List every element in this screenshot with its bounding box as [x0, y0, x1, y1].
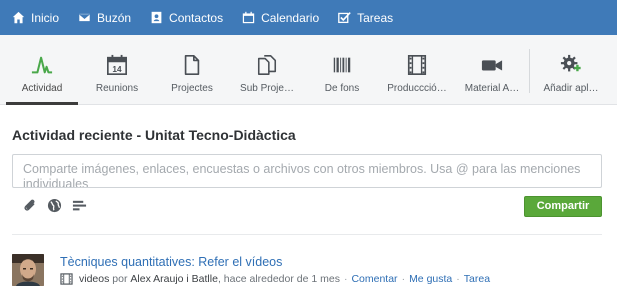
feed-item-title[interactable]: Tècniques quantitatives: Refer el vídeos: [60, 255, 282, 269]
task-link[interactable]: Tarea: [464, 273, 490, 285]
nav-item-calendario[interactable]: Calendario: [242, 11, 319, 25]
calendar-day-icon: 14: [107, 54, 127, 75]
video-camera-icon: [481, 60, 503, 71]
tab-label: Sub Proje…: [240, 83, 294, 94]
tab-produccio[interactable]: Produccció…: [381, 35, 453, 105]
nav-item-contactos[interactable]: Contactos: [150, 11, 223, 25]
nav-item-label: Inicio: [31, 10, 60, 25]
documents-icon: [257, 55, 277, 75]
poll-icon[interactable]: [72, 198, 87, 213]
calendar-icon: [242, 11, 255, 24]
separator-dot: ·: [343, 273, 348, 285]
activity-icon: [31, 56, 53, 74]
share-button[interactable]: Compartir: [524, 196, 602, 217]
nav-item-label: Calendario: [261, 10, 320, 25]
feed-item-meta: videos por Alex Araujo i Batlle , hace a…: [60, 273, 490, 285]
feed-item-type: videos: [79, 273, 110, 285]
page-title: Actividad reciente - Unitat Tecno-Didàct…: [12, 127, 296, 143]
tab-label: De fons: [324, 83, 360, 94]
tab-projectes[interactable]: Projectes: [156, 35, 228, 105]
envelope-icon: [78, 12, 91, 23]
checkbox-icon: [338, 12, 351, 24]
comment-link[interactable]: Comentar: [351, 273, 397, 285]
gear-plus-icon: [560, 54, 581, 72]
nav-item-label: Buzón: [97, 10, 132, 25]
attach-toolbar: [22, 198, 97, 213]
nav-item-buzon[interactable]: Buzón: [78, 11, 131, 25]
tab-divider: [529, 49, 530, 93]
nav-item-label: Tareas: [357, 10, 394, 25]
avatar-photo: [12, 254, 44, 286]
feed-item-author[interactable]: Alex Araujo i Batlle: [130, 273, 218, 285]
tab-label: Projectes: [171, 83, 213, 94]
film-icon: [60, 273, 73, 285]
top-navigation: Inicio Buzón Contactos Calendario Tareas: [0, 0, 617, 35]
contacts-icon: [151, 11, 162, 24]
avatar[interactable]: [12, 254, 44, 286]
tab-reunions[interactable]: 14 Reunions: [81, 35, 153, 105]
calendar-day-number: 14: [112, 65, 122, 74]
divider: [12, 234, 602, 235]
tab-label: Actividad: [21, 83, 63, 94]
tab-de-fons[interactable]: De fons: [306, 35, 378, 105]
tab-add-app[interactable]: Añadir apl…: [533, 35, 609, 105]
nav-item-inicio[interactable]: Inicio: [12, 11, 59, 25]
home-icon: [12, 11, 25, 24]
composer-input[interactable]: Comparte imágenes, enlaces, encuestas o …: [12, 154, 602, 188]
film-icon: [407, 55, 427, 75]
tab-actividad[interactable]: Actividad: [6, 35, 78, 105]
feed-item-by: por: [112, 273, 128, 285]
globe-icon[interactable]: [47, 198, 62, 213]
composer-placeholder: Comparte imágenes, enlaces, encuestas o …: [23, 162, 581, 188]
separator-dot: ·: [456, 273, 460, 285]
barcode-icon: [333, 57, 351, 73]
tab-label: Añadir apl…: [543, 83, 599, 94]
nav-item-tareas[interactable]: Tareas: [338, 11, 393, 25]
document-icon: [184, 55, 200, 75]
tab-label: Reunions: [95, 83, 139, 94]
tab-label: Produccció…: [387, 83, 447, 94]
tab-material-audiovisual[interactable]: Material A…: [456, 35, 528, 105]
feed-item-time: , hace alrededor de 1 mes: [217, 273, 340, 285]
tab-label: Material A…: [464, 83, 520, 94]
group-tab-bar: Actividad 14 Reunions Projectes Sub Proj…: [0, 35, 617, 105]
separator-dot: ·: [401, 273, 406, 285]
nav-item-label: Contactos: [169, 10, 224, 25]
paperclip-icon[interactable]: [22, 198, 37, 213]
like-link[interactable]: Me gusta: [409, 273, 452, 285]
tab-sub-projectes[interactable]: Sub Proje…: [231, 35, 303, 105]
